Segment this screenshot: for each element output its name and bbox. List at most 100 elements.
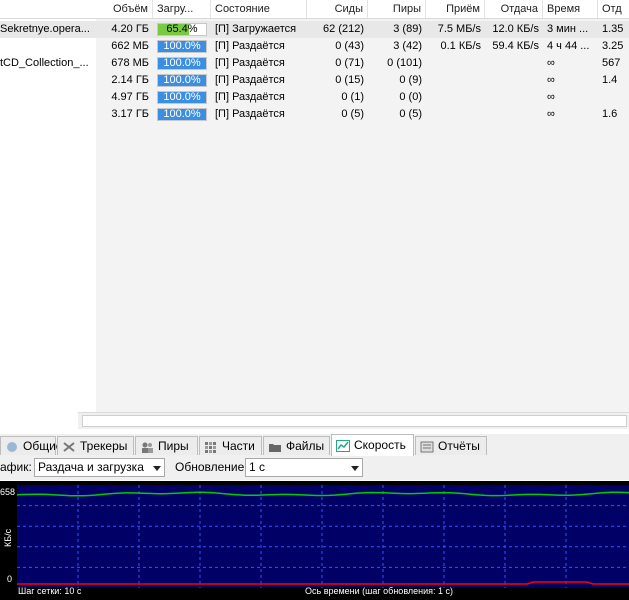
scrollbar-thumb[interactable] bbox=[82, 415, 627, 427]
trackers-icon bbox=[62, 440, 76, 452]
row-up-speed: 12.0 КБ/s bbox=[492, 23, 539, 35]
row-down-speed: 7.5 МБ/s bbox=[437, 23, 481, 35]
row-seeds: 0 (43) bbox=[335, 40, 364, 52]
tab-speed-graph[interactable]: Скорость bbox=[331, 434, 414, 456]
row-peers: 0 (9) bbox=[399, 74, 422, 86]
tab-pieces[interactable]: Части bbox=[199, 436, 262, 455]
tab-label: Части bbox=[222, 439, 255, 453]
folder-icon bbox=[268, 440, 282, 452]
table-row[interactable]: 662 МБ [П] Раздаётся 0 (43) 3 (42) 0.1 КБ/s 5… bbox=[0, 38, 629, 55]
pieces-icon bbox=[204, 440, 218, 453]
horizontal-scrollbar[interactable] bbox=[78, 412, 629, 429]
row-size: 678 МБ bbox=[111, 57, 149, 69]
update-interval-value: 1 с bbox=[249, 460, 266, 474]
speed-graph-icon bbox=[336, 438, 350, 452]
graph-controls: афик: Раздача и загрузка Обновление 1 с bbox=[0, 456, 629, 480]
y-min-label: 0 bbox=[7, 574, 12, 584]
tab-label: Трекеры bbox=[80, 439, 128, 453]
row-ratio: 3.25 bbox=[602, 40, 624, 52]
row-down-speed bbox=[426, 55, 485, 72]
details-tabbar: Общие Трекеры Пиры Части Файлы Скорость Отчёты bbox=[0, 434, 629, 457]
column-header-eta[interactable]: Время bbox=[543, 0, 598, 18]
row-peers: 0 (101) bbox=[387, 57, 422, 69]
tab-peers[interactable]: Пиры bbox=[135, 436, 198, 455]
column-header-status[interactable]: Состояние bbox=[211, 0, 307, 18]
row-peers: 3 (89) bbox=[393, 23, 422, 35]
tab-info[interactable]: Общие bbox=[0, 436, 62, 455]
torrent-list-header: Объём Загру... Состояние Сиды Пиры Приём… bbox=[0, 0, 629, 19]
tab-label: Файлы bbox=[286, 439, 325, 453]
table-row[interactable]: tCD_Collection_... 678 МБ [П] Раздаётся 0 (… bbox=[0, 55, 629, 72]
row-status: [П] Раздаётся bbox=[215, 57, 285, 69]
table-row[interactable]: Sekretnye.opera... 4.20 ГБ [П] Загружается… bbox=[0, 21, 629, 38]
update-interval-label: Обновление bbox=[175, 460, 245, 474]
progress-bar: 100.0% bbox=[157, 91, 207, 104]
time-axis-label: Ось времени (шаг обновления: 1 с) bbox=[305, 586, 453, 596]
row-name: tCD_Collection_... bbox=[0, 57, 89, 69]
progress-text: 100.0% bbox=[163, 74, 201, 86]
row-ratio: 567 bbox=[602, 57, 621, 69]
row-up-speed bbox=[485, 72, 543, 89]
row-seeds: 0 (5) bbox=[341, 108, 364, 120]
table-row[interactable]: 4.97 ГБ [П] Раздаётся 0 (1) 0 (0) ∞ 100.0% bbox=[0, 89, 629, 106]
row-name bbox=[0, 72, 96, 89]
row-eta: ∞ bbox=[547, 91, 555, 103]
graph-type-select[interactable]: Раздача и загрузка bbox=[34, 458, 165, 477]
plot-area bbox=[17, 485, 629, 588]
progress-bar: 100.0% bbox=[157, 74, 207, 87]
column-header-down-speed[interactable]: Приём bbox=[426, 0, 485, 18]
progress-text: 100.0% bbox=[163, 91, 201, 103]
row-name bbox=[0, 38, 96, 55]
chevron-down-icon bbox=[153, 466, 161, 471]
row-ratio: 1.6 bbox=[602, 108, 618, 120]
row-size: 4.97 ГБ bbox=[111, 91, 149, 103]
column-header-peers[interactable]: Пиры bbox=[368, 0, 426, 18]
row-size: 4.20 ГБ bbox=[111, 23, 149, 35]
peers-icon bbox=[140, 440, 154, 453]
column-header-ratio[interactable]: Отд bbox=[598, 0, 629, 18]
row-seeds: 62 (212) bbox=[323, 23, 364, 35]
tab-label: Пиры bbox=[158, 439, 189, 453]
row-status: [П] Раздаётся bbox=[215, 74, 285, 86]
row-ratio bbox=[598, 89, 629, 106]
column-header-size[interactable]: Объём bbox=[96, 0, 153, 18]
row-name bbox=[0, 89, 96, 106]
update-interval-select[interactable]: 1 с bbox=[245, 458, 363, 477]
tab-label: Отчёты bbox=[438, 439, 480, 453]
column-header-up-speed[interactable]: Отдача bbox=[485, 0, 543, 18]
row-status: [П] Раздаётся bbox=[215, 108, 285, 120]
chevron-down-icon bbox=[351, 466, 359, 471]
row-ratio: 1.35 bbox=[602, 23, 624, 35]
tab-folder[interactable]: Файлы bbox=[263, 436, 330, 455]
table-row[interactable]: 2.14 ГБ [П] Раздаётся 0 (15) 0 (9) ∞ 1.4 100.0… bbox=[0, 72, 629, 89]
y-max-label: 658 bbox=[0, 487, 15, 497]
speed-graph-canvas: 658 0 КБ/с Шаг сетки: 10 с Ось времени (… bbox=[0, 485, 629, 596]
row-name: Sekretnye.opera... bbox=[0, 23, 90, 35]
tab-logger[interactable]: Отчёты bbox=[415, 436, 487, 455]
row-seeds: 0 (1) bbox=[341, 91, 364, 103]
grid-step-label: Шаг сетки: 10 с bbox=[18, 586, 82, 596]
row-down-speed bbox=[426, 89, 485, 106]
row-eta: ∞ bbox=[547, 57, 555, 69]
row-eta: ∞ bbox=[547, 74, 555, 86]
row-down-speed bbox=[426, 106, 485, 123]
column-header-seeds[interactable]: Сиды bbox=[307, 0, 368, 18]
progress-bar: 100.0% bbox=[157, 40, 207, 53]
row-peers: 0 (0) bbox=[399, 91, 422, 103]
row-status: [П] Раздаётся bbox=[215, 40, 285, 52]
row-size: 3.17 ГБ bbox=[111, 108, 149, 120]
progress-text: 65.4% bbox=[166, 23, 198, 35]
progress-text: 100.0% bbox=[163, 108, 201, 120]
table-row[interactable]: 3.17 ГБ [П] Раздаётся 0 (5) 0 (5) ∞ 1.6 100.0% bbox=[0, 106, 629, 123]
logger-icon bbox=[420, 440, 434, 453]
y-axis-label: КБ/с bbox=[3, 528, 13, 547]
column-header-done[interactable]: Загру... bbox=[153, 0, 211, 18]
row-name bbox=[0, 106, 96, 123]
tab-trackers[interactable]: Трекеры bbox=[57, 436, 134, 455]
progress-text: 100.0% bbox=[163, 57, 201, 69]
row-status: [П] Загружается bbox=[215, 23, 297, 35]
info-icon bbox=[5, 440, 19, 452]
progress-text: 100.0% bbox=[163, 40, 201, 52]
progress-bar: 65.4% bbox=[157, 23, 207, 36]
graph-type-value: Раздача и загрузка bbox=[38, 460, 144, 474]
